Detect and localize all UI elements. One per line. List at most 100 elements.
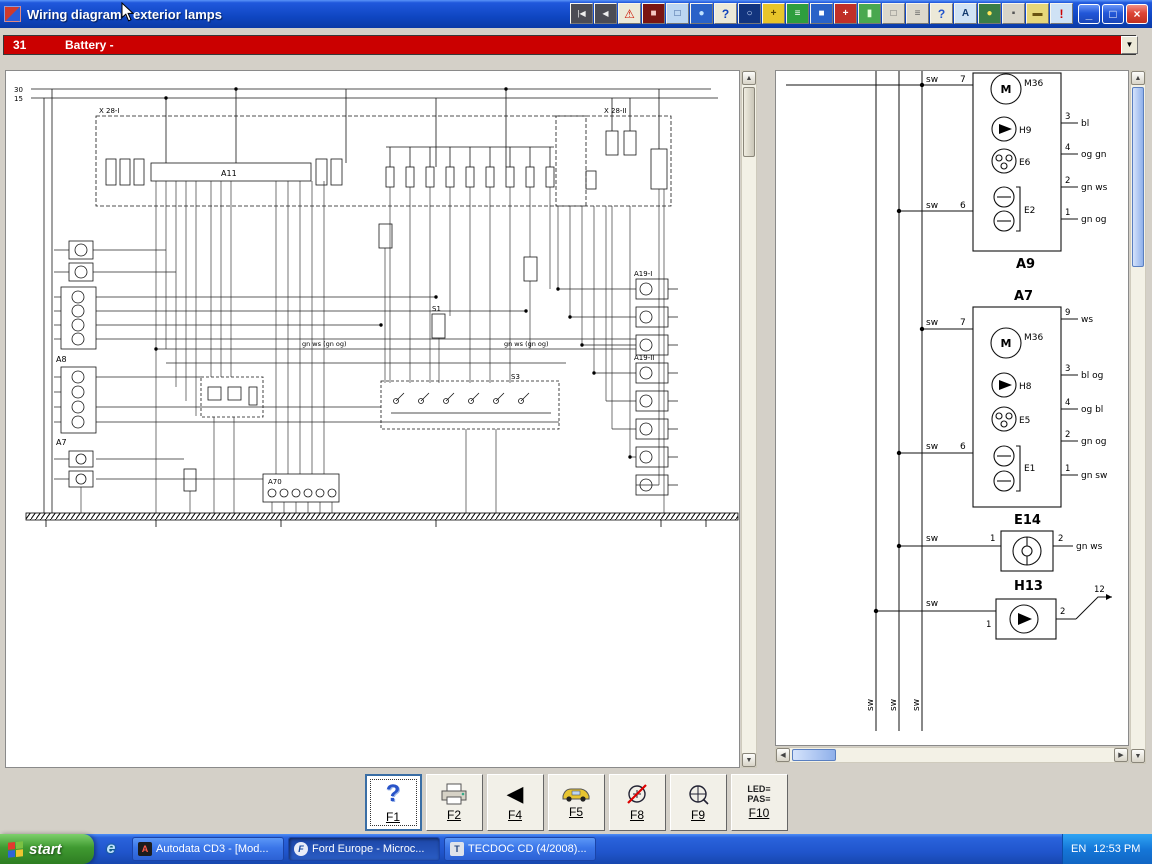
detail-panel-hscrollbar[interactable]: ◀ ▶ <box>775 747 1129 763</box>
pin-number: 2 <box>1065 430 1070 440</box>
scroll-thumb[interactable] <box>743 87 755 157</box>
info-icon[interactable]: ! <box>1050 3 1073 24</box>
back-arrow-icon: ◀ <box>507 782 524 806</box>
main-diagram-vscrollbar[interactable]: ▲ ▼ <box>741 70 757 768</box>
component-h9-label: H9 <box>1019 126 1032 136</box>
connector-x28ii-label: X 28-II <box>604 107 627 115</box>
component-m36-label: M36 <box>1024 333 1043 343</box>
unit-a8-label: A8 <box>56 355 67 364</box>
pin-number: 1 <box>1065 208 1070 218</box>
f1-help-button[interactable]: ? F1 <box>365 774 422 831</box>
motor-letter: M <box>1001 83 1012 96</box>
repair-icon[interactable]: + <box>834 3 857 24</box>
f5-car-button[interactable]: F5 <box>548 774 605 831</box>
detail-panel-vscrollbar[interactable]: ▲ ▼ <box>1130 70 1146 764</box>
minimize-button[interactable]: _ <box>1078 4 1100 24</box>
vehicle-icon[interactable]: ● <box>978 3 1001 24</box>
motor-letter: M <box>1001 337 1012 350</box>
f4-back-button[interactable]: ◀ F4 <box>487 774 544 831</box>
pin-number: 7 <box>960 75 966 85</box>
scroll-up-button[interactable]: ▲ <box>742 71 756 85</box>
save-icon[interactable]: ■ <box>810 3 833 24</box>
wire-label-sw: sw <box>889 699 899 711</box>
scroll-thumb[interactable] <box>1132 87 1144 267</box>
pin-number: 2 <box>1065 176 1070 186</box>
help-icon[interactable]: ? <box>714 3 737 24</box>
scroll-thumb[interactable] <box>792 749 836 761</box>
taskbar-item-ford[interactable]: F Ford Europe - Microc... <box>288 837 440 861</box>
internet-explorer-icon[interactable]: e <box>107 840 116 858</box>
connector-a19i-label: A19-I <box>634 270 652 278</box>
wire-label: sw <box>926 75 938 85</box>
wire-label-sw: sw <box>866 699 876 711</box>
taskbar: start e A Autodata CD3 - [Mod... F Ford … <box>0 834 1152 864</box>
f9-lamp-button[interactable]: F9 <box>670 774 727 831</box>
f8-lamp-off-button[interactable]: F8 <box>609 774 666 831</box>
unit-a9-symbol <box>973 73 1061 251</box>
scroll-left-button[interactable]: ◀ <box>776 748 790 762</box>
car-icon <box>560 785 592 803</box>
taskbar-item-autodata[interactable]: A Autodata CD3 - [Mod... <box>132 837 284 861</box>
stop-icon[interactable]: ■ <box>642 3 665 24</box>
pin-number: 7 <box>960 318 966 328</box>
ground-bar <box>26 513 738 527</box>
wire-label: sw <box>926 599 938 609</box>
window-icon[interactable]: □ <box>666 3 689 24</box>
wire-label-sw: sw <box>912 699 922 711</box>
connector-a19ii-label: A19-II <box>634 354 654 362</box>
document-icon[interactable]: ≡ <box>786 3 809 24</box>
notes-icon[interactable]: ▪ <box>1002 3 1025 24</box>
system-tray: EN 12:53 PM <box>1062 834 1152 864</box>
taskbar-item-tecdoc[interactable]: T TECDOC CD (4/2008)... <box>444 837 596 861</box>
page-icon[interactable]: □ <box>882 3 905 24</box>
unit-a7-symbol <box>973 307 1061 507</box>
unit-e14-symbol <box>1001 531 1053 571</box>
wire-color: gn ws <box>1076 542 1103 552</box>
wire-color: gn og <box>1081 215 1107 225</box>
battery-icon[interactable]: ▮ <box>858 3 881 24</box>
unit-a7-label: A7 <box>56 438 67 447</box>
selector-dropdown-arrow[interactable]: ▼ <box>1121 36 1138 54</box>
maximize-button[interactable]: □ <box>1102 4 1124 24</box>
scroll-down-button[interactable]: ▼ <box>1131 749 1145 763</box>
terminal-30-label: 30 <box>14 86 23 94</box>
tools-icon[interactable]: + <box>762 3 785 24</box>
start-button[interactable]: start <box>0 834 94 864</box>
windows-flag-icon <box>8 841 23 858</box>
ford-icon: F <box>294 842 308 856</box>
wiring-diagram-main-panel[interactable]: 30 15 X 28-I X 28-II A11 A8 A7 S1 S3 A70… <box>5 70 740 768</box>
scroll-up-button[interactable]: ▲ <box>1131 71 1145 85</box>
scroll-down-button[interactable]: ▼ <box>742 753 756 767</box>
wire-color: bl og <box>1081 371 1103 381</box>
detail-labels: M M M36 H9 E6 E2 A9 sw 7 sw 6 3 bl 4 og … <box>866 75 1108 711</box>
unit-h13-title: H13 <box>1014 579 1043 594</box>
circuit-selector[interactable]: 31 Battery - <box>3 35 1136 55</box>
circuit-label: Battery - <box>65 38 114 52</box>
wire-color: ws <box>1081 315 1093 325</box>
f10-led-pas-button[interactable]: LED≡ PAS≡ F10 <box>731 774 788 831</box>
close-button[interactable]: × <box>1126 4 1148 24</box>
pin-number: 3 <box>1065 112 1070 122</box>
component-e5-label: E5 <box>1019 416 1030 426</box>
clock[interactable]: 12:53 PM <box>1093 843 1140 855</box>
wire-label: sw <box>926 318 938 328</box>
report-icon[interactable]: ≡ <box>906 3 929 24</box>
pin-number: 12 <box>1094 585 1105 595</box>
wire-color: og gn <box>1081 150 1107 160</box>
titlebar-toolbar: |◀ ◀ ⚠ ■ □ ● ? ○ + ≡ ■ + ▮ □ ≡ ? A ● ▪ ▬… <box>570 3 1073 24</box>
clock-icon[interactable]: ○ <box>738 3 761 24</box>
nav-back-icon[interactable]: ◀ <box>594 3 617 24</box>
component-e1-label: E1 <box>1024 464 1035 474</box>
f2-print-button[interactable]: F2 <box>426 774 483 831</box>
nav-first-icon[interactable]: |◀ <box>570 3 593 24</box>
warning-icon[interactable]: ⚠ <box>618 3 641 24</box>
folder-icon[interactable]: ▬ <box>1026 3 1049 24</box>
pin-number: 4 <box>1065 398 1070 408</box>
language-indicator[interactable]: EN <box>1071 843 1086 855</box>
wiring-diagram-detail-panel[interactable]: M M M36 H9 E6 E2 A9 sw 7 sw 6 3 bl 4 og … <box>775 70 1129 746</box>
text-tool-icon[interactable]: A <box>954 3 977 24</box>
web-help-icon[interactable]: ? <box>930 3 953 24</box>
unit-e14-title: E14 <box>1014 513 1041 528</box>
scroll-right-button[interactable]: ▶ <box>1114 748 1128 762</box>
globe-icon[interactable]: ● <box>690 3 713 24</box>
